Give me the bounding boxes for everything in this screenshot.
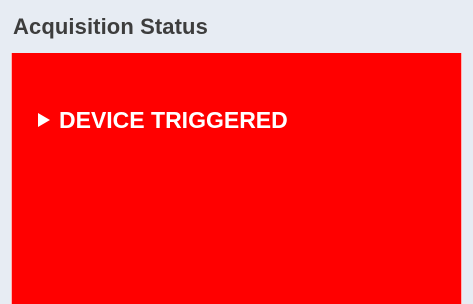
- acquisition-status-panel: Acquisition Status DEVICE TRIGGERED: [0, 0, 473, 304]
- status-text: DEVICE TRIGGERED: [59, 106, 288, 133]
- play-arrow-icon: [38, 113, 50, 127]
- panel-title: Acquisition Status: [13, 14, 208, 39]
- status-indicator: DEVICE TRIGGERED: [11, 53, 462, 304]
- status-line: DEVICE TRIGGERED: [38, 103, 288, 137]
